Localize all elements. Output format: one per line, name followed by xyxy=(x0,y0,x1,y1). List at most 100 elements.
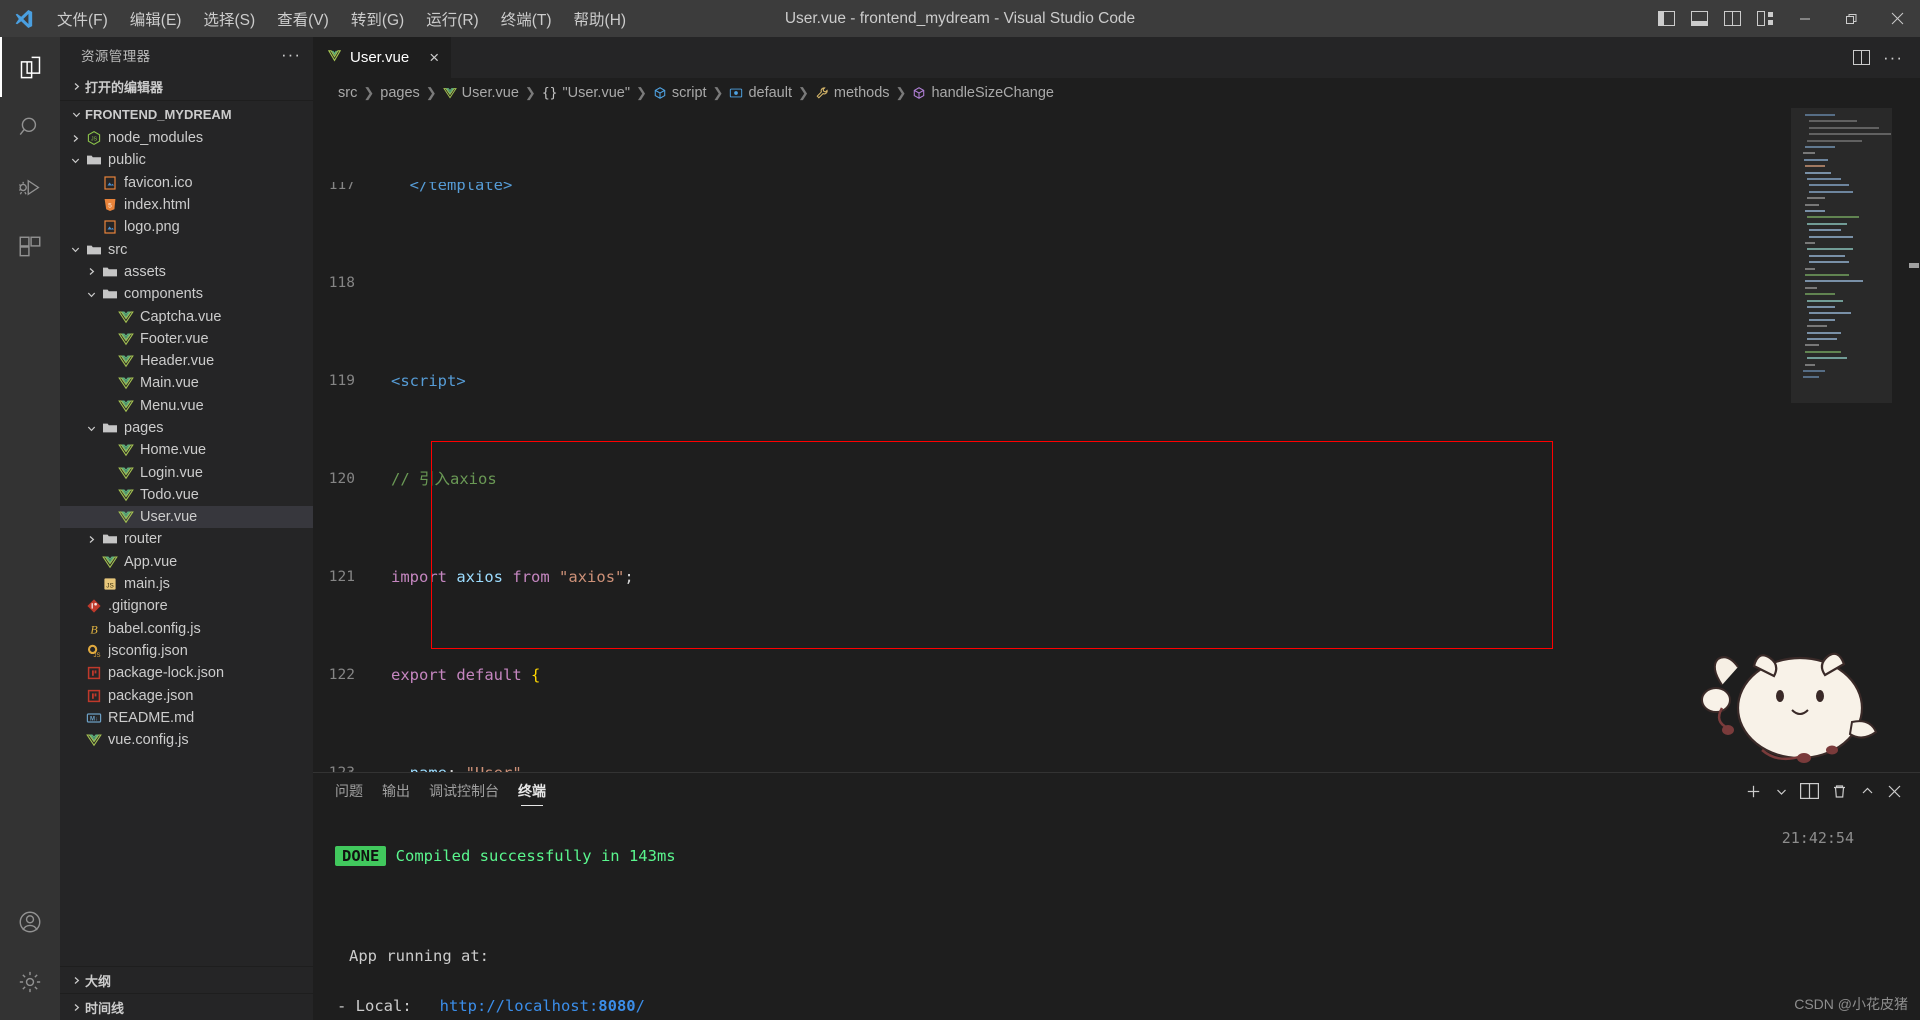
breadcrumb-item-pages[interactable]: pages xyxy=(380,85,420,101)
manage-settings-icon[interactable] xyxy=(0,952,60,1012)
code-line[interactable]: 118 xyxy=(313,271,1791,296)
editor-more-actions-icon[interactable]: ··· xyxy=(1878,43,1908,73)
terminal-output[interactable]: DONE Compiled successfully in 143ms App … xyxy=(313,809,1920,1020)
tab-terminal[interactable]: 终端 xyxy=(518,773,546,809)
tree-item-router[interactable]: router xyxy=(60,528,313,550)
tree-item-main.js[interactable]: JS main.js xyxy=(60,573,313,595)
breadcrumb-item-default[interactable]: default xyxy=(729,85,792,101)
tree-item-user.vue[interactable]: User.vue xyxy=(60,506,313,529)
tree-item-package-lock.json[interactable]: package-lock.json xyxy=(60,662,313,684)
minimize-button[interactable] xyxy=(1782,0,1828,37)
tree-item-components[interactable]: components xyxy=(60,283,313,305)
tree-item-label: Login.vue xyxy=(140,464,203,481)
tree-item-src[interactable]: src xyxy=(60,238,313,260)
explorer-icon[interactable] xyxy=(0,37,60,97)
local-url-tail[interactable]: / xyxy=(636,997,645,1015)
local-url-base[interactable]: http://localhost: xyxy=(440,997,599,1015)
tree-item-readme.md[interactable]: M↓ README.md xyxy=(60,707,313,729)
code-content[interactable]: 117 </template> 118 119 <script> 120 // … xyxy=(313,108,1791,772)
section-project-root[interactable]: FRONTEND_MYDREAM xyxy=(60,100,313,127)
panel-actions xyxy=(1740,777,1920,805)
breadcrumb-item-uservue[interactable]: User.vue xyxy=(442,85,519,101)
code-line[interactable]: 117 </template> xyxy=(313,182,1791,198)
minimap-viewport-slider[interactable] xyxy=(1791,108,1892,403)
tree-item-logo.png[interactable]: logo.png xyxy=(60,216,313,238)
search-icon[interactable] xyxy=(0,97,60,157)
split-terminal-icon[interactable] xyxy=(1796,777,1823,805)
breadcrumb-item-uservue[interactable]: {} "User.vue" xyxy=(542,85,630,101)
breadcrumb-item-methods[interactable]: methods xyxy=(815,85,890,101)
section-outline[interactable]: 大纲 xyxy=(60,966,313,993)
menu-file[interactable]: 文件(F) xyxy=(46,0,119,37)
menu-bar[interactable]: 文件(F) 编辑(E) 选择(S) 查看(V) 转到(G) 运行(R) 终端(T… xyxy=(46,0,637,37)
tree-item-home.vue[interactable]: Home.vue xyxy=(60,439,313,461)
toggle-secondary-sidebar-icon[interactable] xyxy=(1716,0,1749,37)
tree-item-login.vue[interactable]: Login.vue xyxy=(60,461,313,483)
tree-item-package.json[interactable]: package.json xyxy=(60,684,313,706)
tree-item-favicon.ico[interactable]: favicon.ico xyxy=(60,172,313,194)
code-line[interactable]: 119 <script> xyxy=(313,369,1791,394)
minimap[interactable] xyxy=(1791,108,1906,772)
run-and-debug-icon[interactable] xyxy=(0,157,60,217)
tab-output[interactable]: 输出 xyxy=(382,773,410,809)
tree-item-captcha.vue[interactable]: Captcha.vue xyxy=(60,305,313,327)
menu-edit[interactable]: 编辑(E) xyxy=(119,0,193,37)
overview-ruler[interactable] xyxy=(1906,108,1920,772)
menu-go[interactable]: 转到(G) xyxy=(340,0,415,37)
extensions-icon[interactable] xyxy=(0,217,60,277)
close-panel-icon[interactable] xyxy=(1883,777,1906,805)
tree-item-label: main.js xyxy=(124,576,170,593)
breadcrumb-item-script[interactable]: script xyxy=(653,85,707,101)
code-line[interactable]: 120 // 引入axios xyxy=(313,467,1791,492)
menu-run[interactable]: 运行(R) xyxy=(415,0,490,37)
customize-layout-icon[interactable] xyxy=(1749,0,1782,37)
tree-item-main.vue[interactable]: Main.vue xyxy=(60,372,313,394)
new-terminal-icon[interactable] xyxy=(1740,777,1767,805)
restore-button[interactable] xyxy=(1828,0,1874,37)
tree-item-babel.config.js[interactable]: Bbabel.config.js xyxy=(60,618,313,640)
file-tree[interactable]: JS node_modules public favicon.ico 5 index.ht… xyxy=(60,127,313,966)
tree-item-pages[interactable]: pages xyxy=(60,417,313,439)
tree-item-public[interactable]: public xyxy=(60,149,313,171)
tree-item-index.html[interactable]: 5 index.html xyxy=(60,194,313,216)
split-editor-icon[interactable] xyxy=(1846,43,1876,73)
tab-problems[interactable]: 问题 xyxy=(335,773,363,809)
menu-view[interactable]: 查看(V) xyxy=(266,0,340,37)
tab-user-vue[interactable]: User.vue × xyxy=(313,37,453,78)
breadcrumb[interactable]: src ❯ pages ❯ User.vue ❯ {} "User.vue" ❯ script ❯ d… xyxy=(313,78,1920,108)
code-line[interactable]: 123 name: "User", xyxy=(313,761,1791,772)
tree-item-menu.vue[interactable]: Menu.vue xyxy=(60,395,313,417)
breadcrumb-item-src[interactable]: src xyxy=(338,85,357,101)
tree-item-footer.vue[interactable]: Footer.vue xyxy=(60,328,313,350)
tree-item-jsconfig.json[interactable]: JS jsconfig.json xyxy=(60,640,313,662)
tab-debug-console[interactable]: 调试控制台 xyxy=(429,773,499,809)
code-line[interactable]: 121 import axios from "axios"; xyxy=(313,565,1791,590)
section-open-editors[interactable]: 打开的编辑器 xyxy=(60,73,313,100)
terminal-dropdown-icon[interactable] xyxy=(1771,777,1792,805)
code-line[interactable]: 122 export default { xyxy=(313,663,1791,688)
accounts-icon[interactable] xyxy=(0,892,60,952)
kill-terminal-icon[interactable] xyxy=(1827,777,1852,805)
tree-item-assets[interactable]: assets xyxy=(60,261,313,283)
toggle-panel-icon[interactable] xyxy=(1683,0,1716,37)
code-editor[interactable]: 117 </template> 118 119 <script> 120 // … xyxy=(313,108,1920,772)
breadcrumb-item-handlesizechange[interactable]: handleSizeChange xyxy=(912,85,1054,101)
tree-item-app.vue[interactable]: App.vue xyxy=(60,551,313,573)
maximize-panel-icon[interactable] xyxy=(1856,777,1879,805)
tree-item-.gitignore[interactable]: .gitignore xyxy=(60,595,313,617)
menu-selection[interactable]: 选择(S) xyxy=(192,0,266,37)
sidebar-more-actions-icon[interactable]: ··· xyxy=(281,45,301,65)
tree-item-node-modules[interactable]: JS node_modules xyxy=(60,127,313,149)
title-bar: 文件(F) 编辑(E) 选择(S) 查看(V) 转到(G) 运行(R) 终端(T… xyxy=(0,0,1920,37)
menu-terminal[interactable]: 终端(T) xyxy=(490,0,563,37)
tree-item-todo.vue[interactable]: Todo.vue xyxy=(60,484,313,506)
tab-close-icon[interactable]: × xyxy=(429,48,439,68)
close-button[interactable] xyxy=(1874,0,1920,37)
local-port[interactable]: 8080 xyxy=(598,997,635,1015)
toggle-primary-sidebar-icon[interactable] xyxy=(1650,0,1683,37)
code-scroll-area[interactable]: 117 </template> 118 119 <script> 120 // … xyxy=(313,108,1791,772)
tree-item-vue.config.js[interactable]: vue.config.js xyxy=(60,729,313,751)
menu-help[interactable]: 帮助(H) xyxy=(563,0,638,37)
section-timeline[interactable]: 时间线 xyxy=(60,993,313,1020)
tree-item-header.vue[interactable]: Header.vue xyxy=(60,350,313,372)
